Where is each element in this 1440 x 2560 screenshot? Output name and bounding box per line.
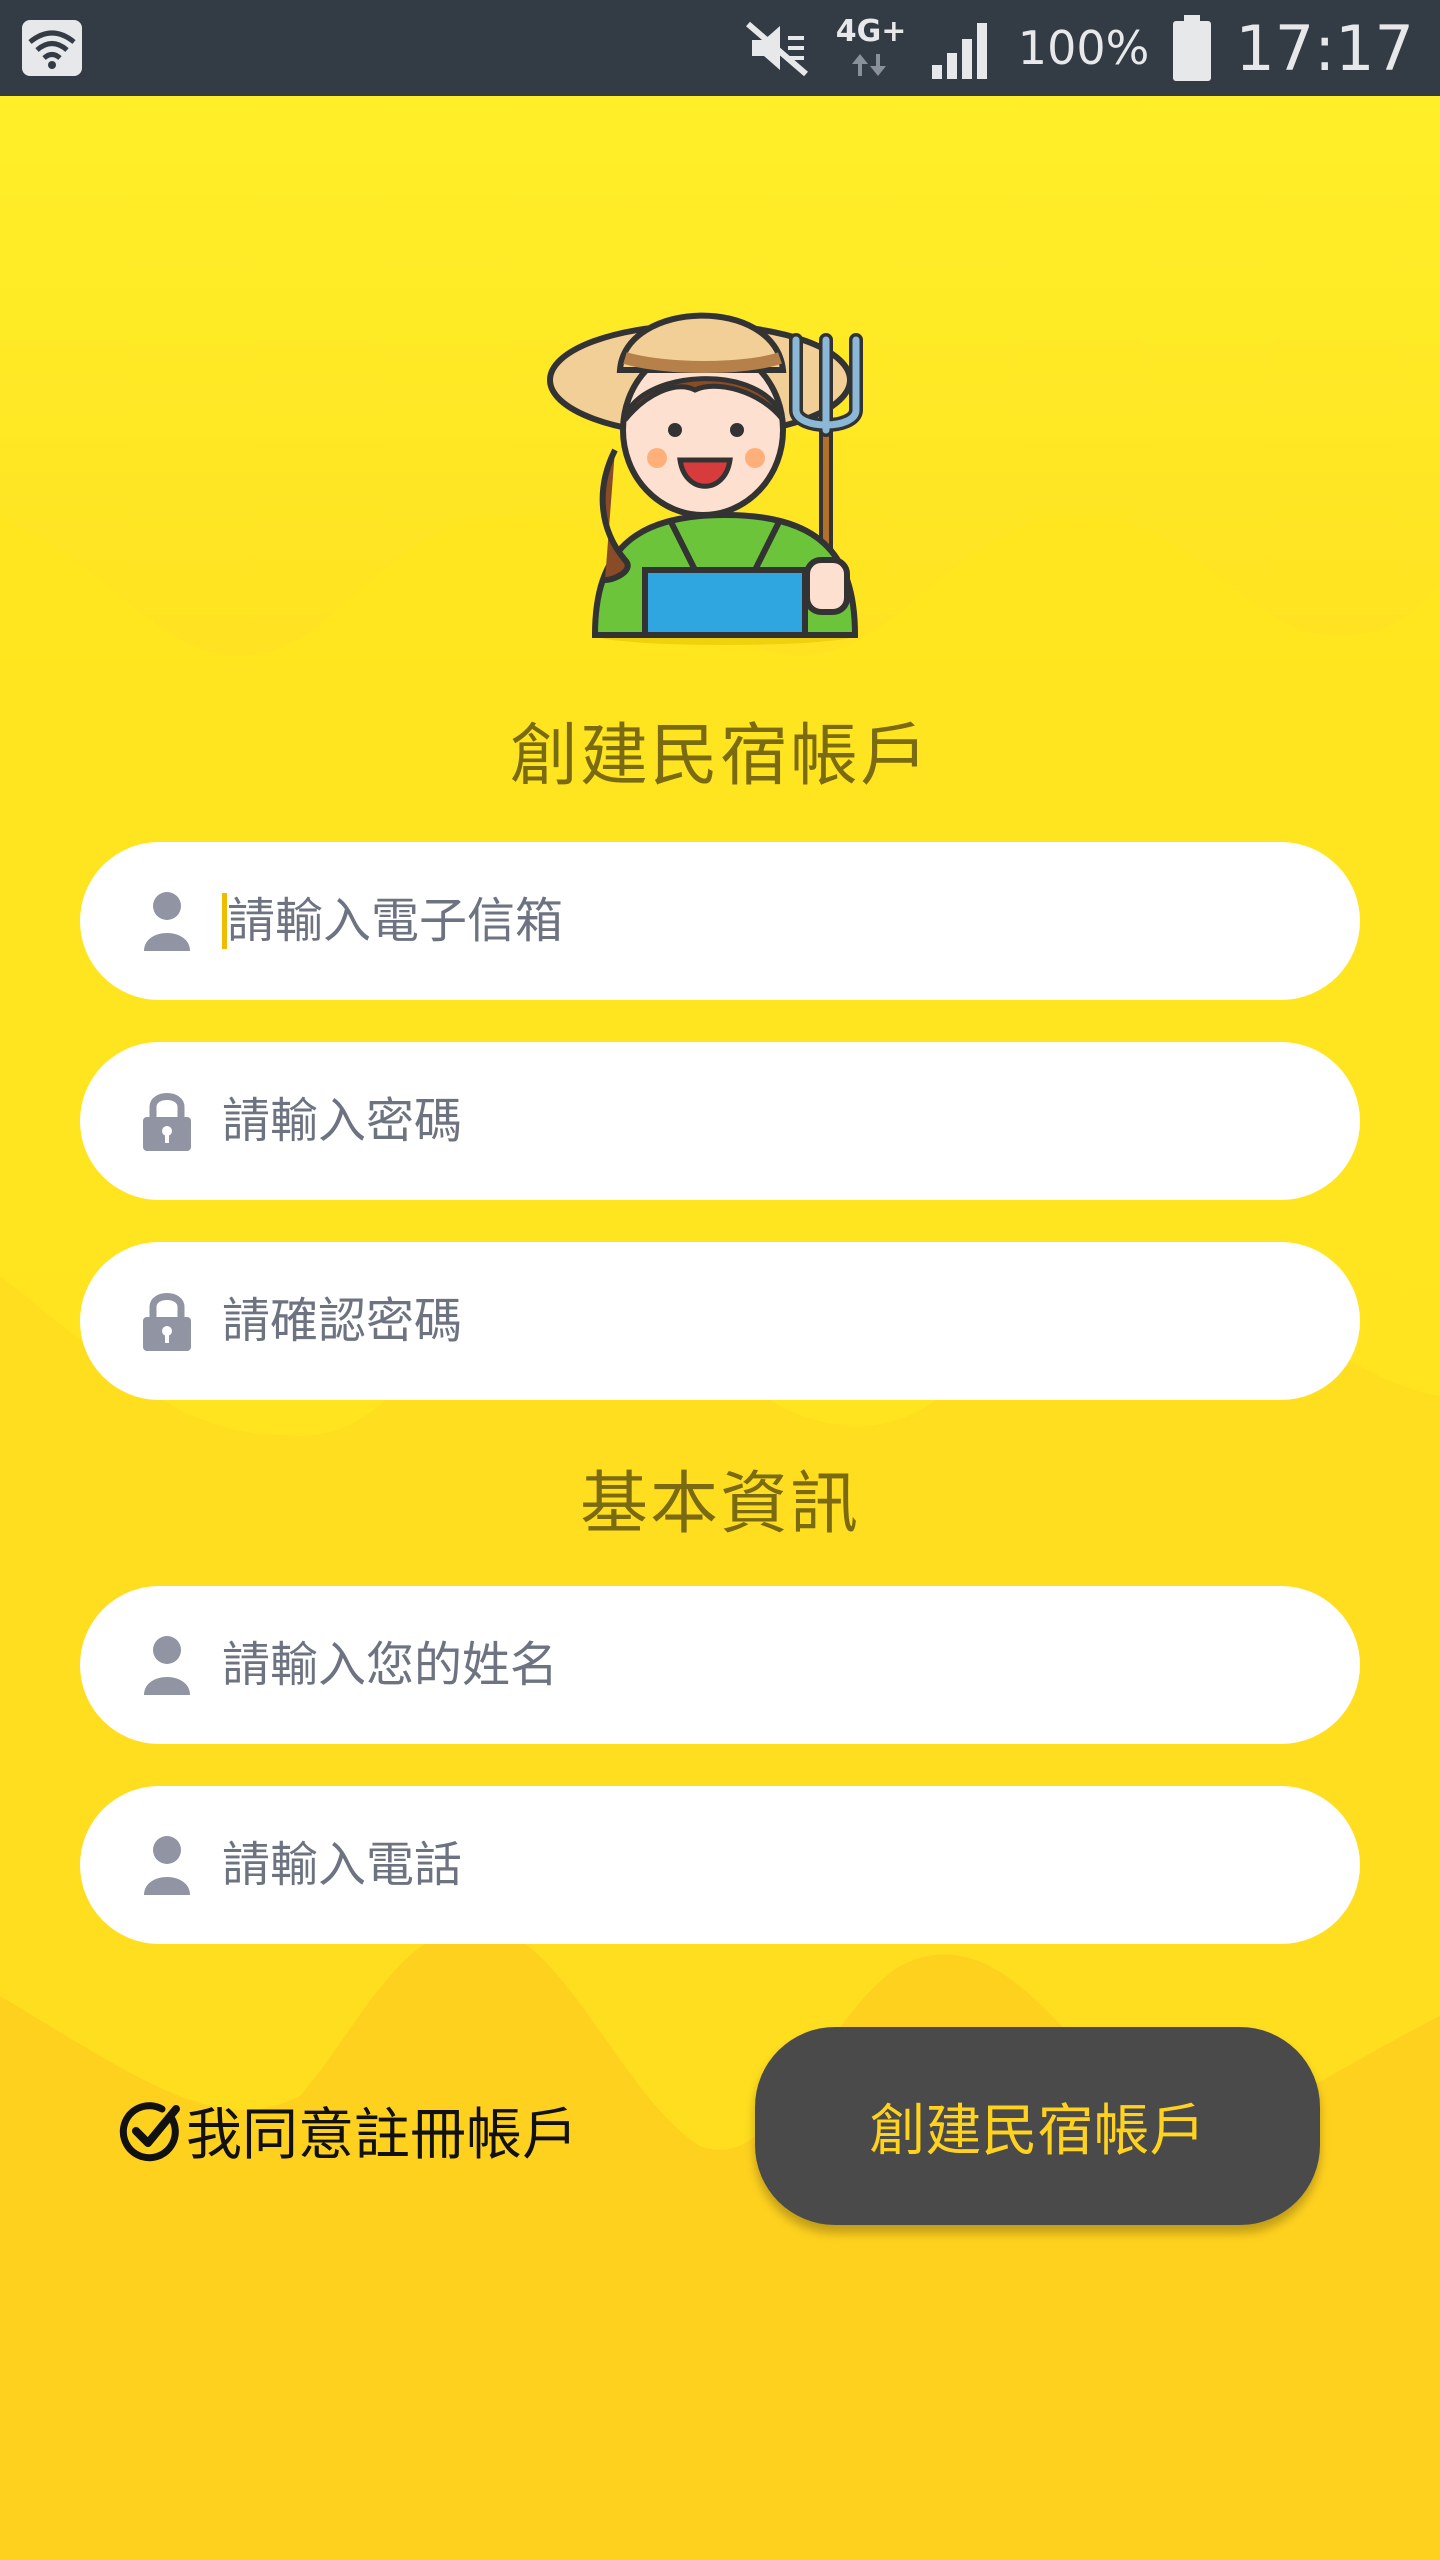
- data-arrows-icon: [851, 54, 886, 76]
- confirm-password-input[interactable]: [222, 1293, 1222, 1349]
- agree-checkbox[interactable]: 我同意註冊帳戶: [118, 2090, 578, 2171]
- confirm-password-field[interactable]: [80, 1242, 1360, 1400]
- email-field[interactable]: [80, 842, 1360, 1000]
- account-section-title: 創建民宿帳戶: [509, 717, 930, 796]
- battery-percent: 100%: [1017, 21, 1150, 75]
- lock-icon: [143, 1093, 191, 1151]
- farmer-illustration: [547, 312, 863, 645]
- name-input[interactable]: [222, 1637, 1222, 1693]
- lock-icon: [143, 1293, 191, 1351]
- checkmark-circle-icon: [119, 2101, 180, 2161]
- person-icon: [144, 1636, 190, 1695]
- network-indicator: 4G+: [834, 10, 908, 86]
- phone-field[interactable]: [80, 1786, 1360, 1944]
- network-type: 4G+: [835, 14, 907, 49]
- password-field[interactable]: [80, 1042, 1360, 1200]
- agree-label: 我同意註冊帳戶: [186, 2103, 578, 2168]
- status-bar: 4G+ 100% 17:17: [0, 0, 1440, 96]
- battery-icon: [1173, 15, 1212, 81]
- name-field[interactable]: [80, 1586, 1360, 1744]
- password-input[interactable]: [222, 1093, 1222, 1149]
- clock: 17:17: [1235, 11, 1414, 85]
- mute-icon: [745, 21, 808, 77]
- person-icon: [144, 892, 190, 951]
- person-icon: [144, 1836, 190, 1895]
- wifi-icon: [22, 20, 82, 76]
- profile-section-title: 基本資訊: [579, 1465, 860, 1544]
- create-account-button[interactable]: 創建民宿帳戶: [755, 2027, 1320, 2225]
- email-input[interactable]: [222, 893, 1227, 949]
- signal-icon: [931, 23, 987, 79]
- phone-input[interactable]: [222, 1837, 1222, 1893]
